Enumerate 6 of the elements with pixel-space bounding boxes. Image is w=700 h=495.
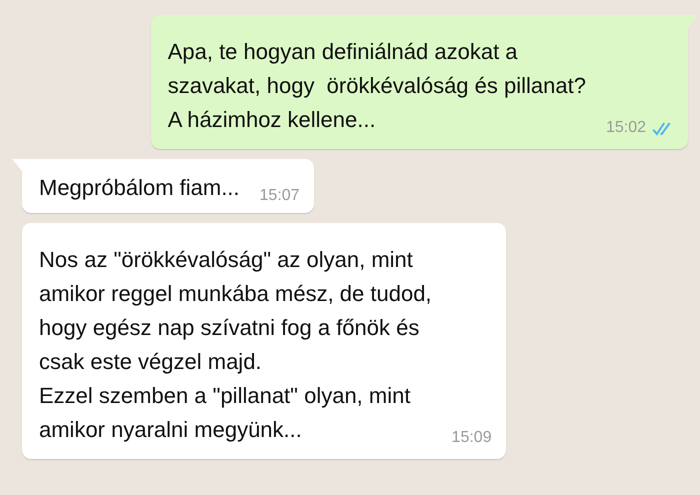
message-time: 15:07 xyxy=(260,187,300,205)
message-time: 15:02 xyxy=(606,119,646,137)
message-text: Apa, te hogyan definiálnád azokat a szavakat, hogy örökkévalóság és pillanat? A házimhoz kellene... xyxy=(168,38,586,134)
message-text: Megpróbálom fiam... xyxy=(39,174,240,202)
message-time: 15:09 xyxy=(452,429,492,447)
message-text: Nos az "örökkévalóság" az olyan, mint amikor reggel munkába mész, de tudod, hogy egész nap szívatni fog a főnök és csak este végzel majd. Ezzel szemben a "pillanat" olyan, mint amikor nyaralni megyünk... xyxy=(39,246,432,444)
